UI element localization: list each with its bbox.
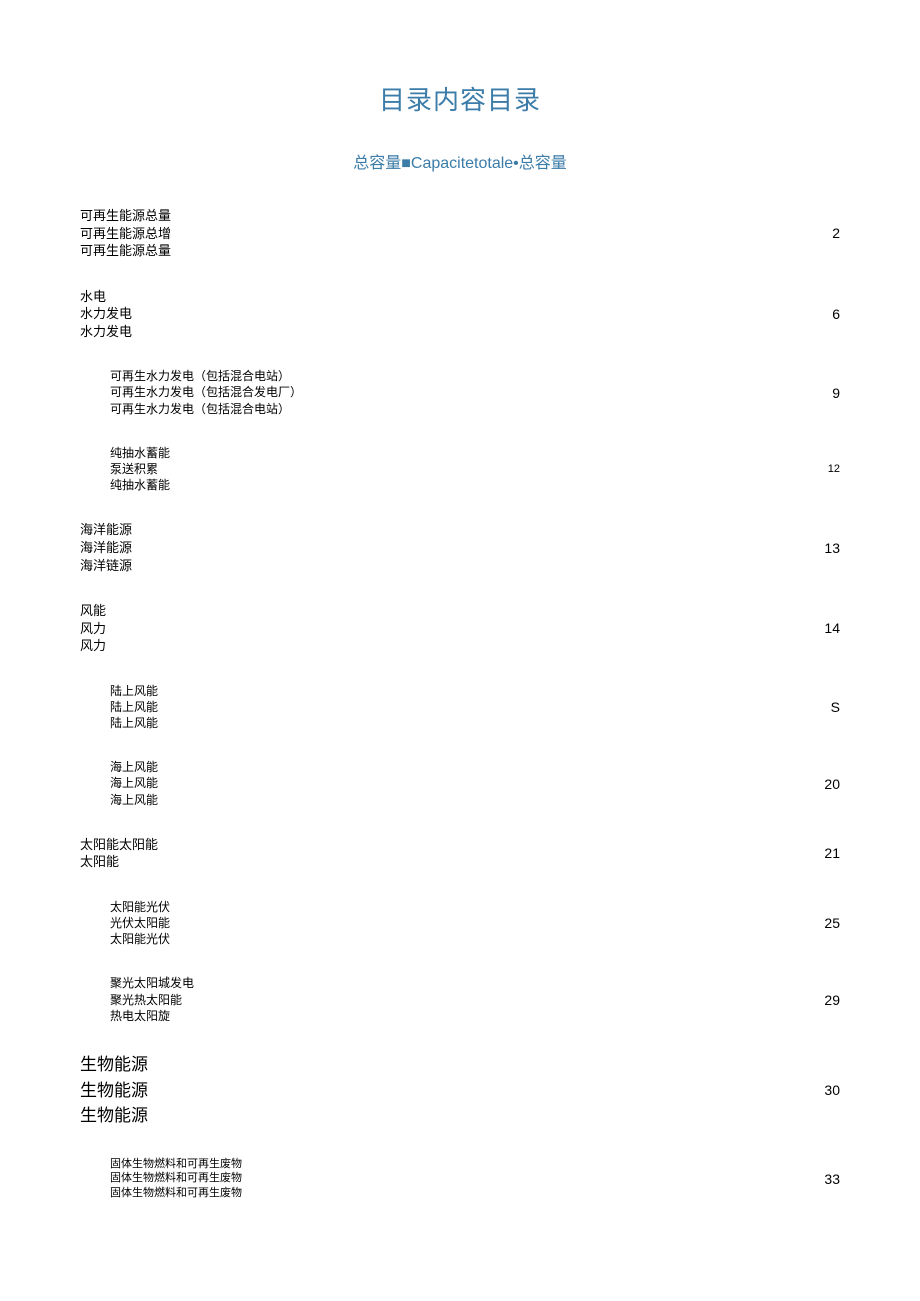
toc-entry: 固体生物燃料和可再生废物固体生物燃料和可再生废物固体生物燃料和可再生废物 33: [80, 1157, 840, 1202]
toc-labels: 生物能源生物能源生物能源: [80, 1052, 148, 1129]
toc-line: 纯抽水蓄能: [110, 445, 170, 461]
toc-line: 生物能源: [80, 1103, 148, 1129]
toc-page-number: 2: [812, 225, 840, 241]
toc-entry: 太阳能光伏光伏太阳能太阳能光伏 25: [80, 899, 840, 948]
toc-line: 海洋能源: [80, 521, 132, 539]
toc-entry: 风能风力风力14: [80, 602, 840, 655]
toc-line: 海洋能源: [80, 539, 132, 557]
toc-line: 风力: [80, 620, 106, 638]
toc-line: 水力发电: [80, 305, 132, 323]
toc-page-number: 20: [812, 776, 840, 792]
toc-page-number: 33: [812, 1171, 840, 1187]
toc-line: 固体生物燃料和可再生废物: [110, 1186, 242, 1201]
toc-line: 风力: [80, 637, 106, 655]
toc-labels: 可再生水力发电（包括混合电站）可再生水力发电（包括混合发电厂）可再生水力发电（包…: [110, 368, 302, 417]
toc-line: 聚光热太阳能: [110, 992, 194, 1008]
toc-labels: 水电水力发电水力发电: [80, 288, 132, 341]
toc-entry: 太阳能太阳能太阳能 21: [80, 836, 840, 871]
toc-page-number: 30: [812, 1082, 840, 1098]
main-title: 目录内容目录: [80, 80, 840, 117]
toc-line: 光伏太阳能: [110, 915, 170, 931]
toc-entry: 陆上风能陆上风能陆上风能S: [80, 683, 840, 732]
toc-line: 风能: [80, 602, 106, 620]
toc-labels: 聚光太阳城发电聚光热太阳能热电太阳旋: [110, 975, 194, 1024]
toc-line: 热电太阳旋: [110, 1008, 194, 1024]
toc-line: 水力发电: [80, 323, 132, 341]
toc-page-number: 21: [812, 845, 840, 861]
toc-line: 生物能源: [80, 1052, 148, 1078]
toc-body: 可再生能源总量可再生能源总增可再生能源总量2水电水力发电水力发电6可再生水力发电…: [80, 207, 840, 1201]
toc-line: 太阳能太阳能: [80, 836, 158, 854]
toc-line: 可再生能源总量: [80, 207, 171, 225]
toc-entry: 海上风能海上风能海上风能20: [80, 759, 840, 808]
toc-labels: 海洋能源海洋能源海洋链源: [80, 521, 132, 574]
toc-line: 海上风能: [110, 759, 158, 775]
toc-line: 海上风能: [110, 792, 158, 808]
toc-line: 太阳能光伏: [110, 899, 170, 915]
toc-page-number: 25: [812, 915, 840, 931]
toc-entry: 可再生水力发电（包括混合电站）可再生水力发电（包括混合发电厂）可再生水力发电（包…: [80, 368, 840, 417]
sub-title: 总容量■Capacitetotale•总容量: [80, 149, 840, 173]
toc-line: 可再生水力发电（包括混合发电厂）: [110, 384, 302, 400]
toc-line: 生物能源: [80, 1078, 148, 1104]
toc-page-number: 6: [812, 306, 840, 322]
toc-line: 陆上风能: [110, 715, 158, 731]
toc-entry: 聚光太阳城发电聚光热太阳能热电太阳旋 29: [80, 975, 840, 1024]
toc-entry: 纯抽水蓄能泵送积累纯抽水蓄能 12: [80, 445, 840, 494]
toc-labels: 太阳能太阳能太阳能: [80, 836, 158, 871]
toc-line: 聚光太阳城发电: [110, 975, 194, 991]
toc-page-number: 9: [812, 385, 840, 401]
toc-labels: 风能风力风力: [80, 602, 106, 655]
toc-page-number: S: [812, 699, 840, 715]
toc-line: 海上风能: [110, 775, 158, 791]
toc-line: 可再生水力发电（包括混合电站）: [110, 401, 302, 417]
toc-line: 陆上风能: [110, 699, 158, 715]
toc-entry: 水电水力发电水力发电6: [80, 288, 840, 341]
toc-labels: 太阳能光伏光伏太阳能太阳能光伏: [110, 899, 170, 948]
toc-line: 可再生能源总增: [80, 225, 171, 243]
toc-page-number: 13: [812, 540, 840, 556]
toc-line: 陆上风能: [110, 683, 158, 699]
toc-entry: 可再生能源总量可再生能源总增可再生能源总量 2: [80, 207, 840, 260]
toc-labels: 固体生物燃料和可再生废物固体生物燃料和可再生废物固体生物燃料和可再生废物: [110, 1157, 242, 1202]
toc-page-number: 29: [812, 992, 840, 1008]
toc-line: 海洋链源: [80, 557, 132, 575]
toc-line: 固体生物燃料和可再生废物: [110, 1171, 242, 1186]
toc-line: 可再生水力发电（包括混合电站）: [110, 368, 302, 384]
toc-labels: 纯抽水蓄能泵送积累纯抽水蓄能: [110, 445, 170, 494]
page-container: 目录内容目录 总容量■Capacitetotale•总容量 可再生能源总量可再生…: [0, 0, 920, 1301]
toc-line: 固体生物燃料和可再生废物: [110, 1157, 242, 1172]
toc-line: 纯抽水蓄能: [110, 477, 170, 493]
toc-entry: 海洋能源海洋能源海洋链源13: [80, 521, 840, 574]
toc-page-number: 14: [812, 620, 840, 636]
toc-page-number: 12: [812, 463, 840, 475]
toc-labels: 陆上风能陆上风能陆上风能: [110, 683, 158, 732]
toc-line: 可再生能源总量: [80, 242, 171, 260]
toc-line: 水电: [80, 288, 132, 306]
toc-labels: 可再生能源总量可再生能源总增可再生能源总量: [80, 207, 171, 260]
toc-labels: 海上风能海上风能海上风能: [110, 759, 158, 808]
toc-line: 泵送积累: [110, 461, 170, 477]
toc-line: 太阳能: [80, 853, 158, 871]
toc-entry: 生物能源生物能源生物能源30: [80, 1052, 840, 1129]
toc-line: 太阳能光伏: [110, 931, 170, 947]
